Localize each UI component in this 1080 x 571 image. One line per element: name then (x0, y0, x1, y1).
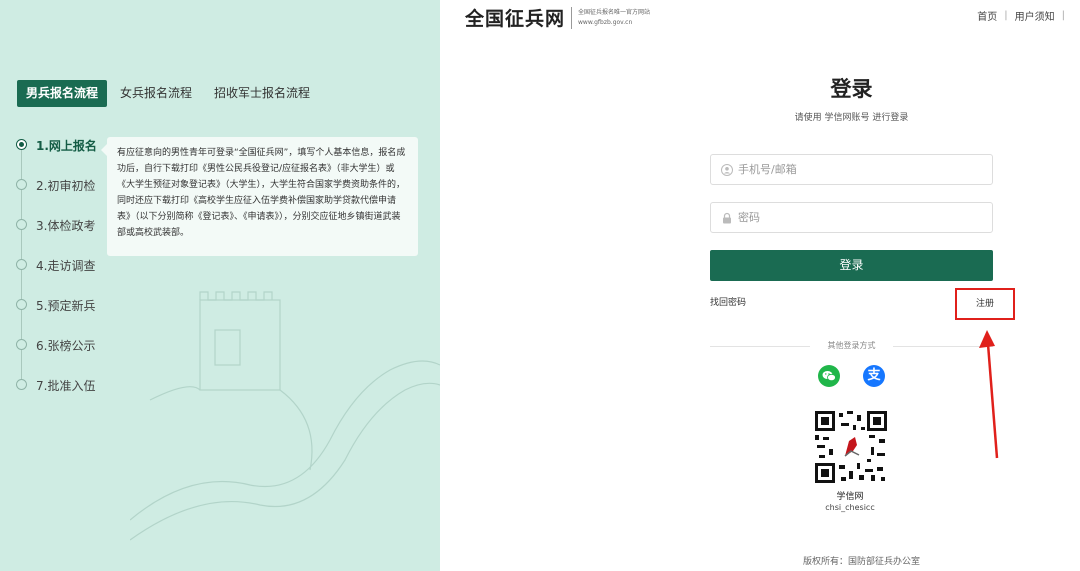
step-description: 有应征意向的男性青年可登录“全国征兵网”，填写个人基本信息，报名成功后，自行下载… (101, 137, 418, 256)
step-public-notice[interactable]: 6.张榜公示 (12, 334, 122, 356)
other-login-divider: 其他登录方式 (710, 340, 993, 352)
step-initial-check[interactable]: 2.初审初检 (12, 174, 122, 196)
step-physical-exam[interactable]: 3.体检政考 (12, 214, 122, 236)
step-label: 3.体检政考 (36, 219, 96, 233)
step-dot (16, 379, 27, 390)
logo-title: 全国征兵网 (465, 8, 566, 30)
step-dot (16, 259, 27, 270)
password-field[interactable] (710, 202, 993, 233)
login-subtitle: 请使用 学信网账号 进行登录 (794, 113, 909, 123)
nav-divider: | (1004, 10, 1008, 21)
step-dot (16, 139, 27, 150)
user-icon (721, 164, 733, 176)
step-reserve-recruit[interactable]: 5.预定新兵 (12, 294, 122, 316)
logo-tagline: 全国征兵报名唯一官方网站 (578, 8, 651, 16)
wechat-icon (822, 371, 836, 382)
registration-process-panel: 男兵报名流程 女兵报名流程 招收军士报名流程 1.网上报名 2.初审初检 3.体… (0, 0, 440, 571)
qr-code (815, 411, 887, 483)
account-field[interactable] (710, 154, 993, 185)
copyright-text: 版权所有：国防部征兵办公室 (802, 557, 920, 567)
step-dot (16, 339, 27, 350)
step-label: 6.张榜公示 (36, 339, 96, 353)
lock-icon (723, 212, 731, 224)
great-wall-watermark (130, 291, 440, 541)
process-tabs: 男兵报名流程 女兵报名流程 招收军士报名流程 (17, 80, 323, 107)
step-label: 1.网上报名 (36, 139, 97, 153)
step-dot (16, 219, 27, 230)
site-logo[interactable]: 全国征兵网 全国征兵报名唯一官方网站 www.gfbzb.gov.cn (465, 4, 650, 31)
step-label: 4.走访调查 (36, 259, 96, 273)
step-dot (16, 299, 27, 310)
step-label: 7.批准入伍 (36, 379, 96, 393)
logo-url: www.gfbzb.gov.cn (578, 18, 633, 26)
tab-female-process[interactable]: 女兵报名流程 (111, 80, 201, 107)
alipay-login-button[interactable]: 支 (863, 365, 885, 387)
step-label: 5.预定新兵 (36, 299, 96, 313)
step-label: 2.初审初检 (36, 179, 96, 193)
register-link[interactable]: 注册 (955, 288, 1015, 320)
qr-caption-id: chsi_chesicc (825, 503, 875, 512)
red-arrow-annotation (979, 330, 999, 459)
top-nav: 首页 | 用户须知 | (977, 8, 1072, 23)
logo-divider (571, 6, 573, 29)
other-login-label: 其他登录方式 (827, 341, 876, 350)
tab-nco-process[interactable]: 招收军士报名流程 (205, 80, 319, 107)
wechat-login-button[interactable] (818, 365, 840, 387)
nav-user-notice-link[interactable]: 用户须知 (1015, 8, 1055, 23)
step-approve-enlist[interactable]: 7.批准入伍 (12, 374, 122, 396)
nav-divider: | (1061, 10, 1065, 21)
password-input[interactable] (738, 203, 988, 232)
login-button[interactable]: 登录 (710, 250, 993, 281)
qr-caption-name: 学信网 (836, 492, 864, 502)
forgot-password-link[interactable]: 找回密码 (710, 295, 746, 308)
login-title: 登录 (830, 77, 873, 101)
step-dot (16, 179, 27, 190)
step-visit-survey[interactable]: 4.走访调查 (12, 254, 122, 276)
tab-male-process[interactable]: 男兵报名流程 (17, 80, 108, 107)
logo-subtitle: 全国征兵报名唯一官方网站 www.gfbzb.gov.cn (578, 8, 650, 28)
nav-home-link[interactable]: 首页 (977, 8, 997, 23)
account-input[interactable] (738, 155, 988, 184)
alipay-icon: 支 (867, 368, 881, 383)
